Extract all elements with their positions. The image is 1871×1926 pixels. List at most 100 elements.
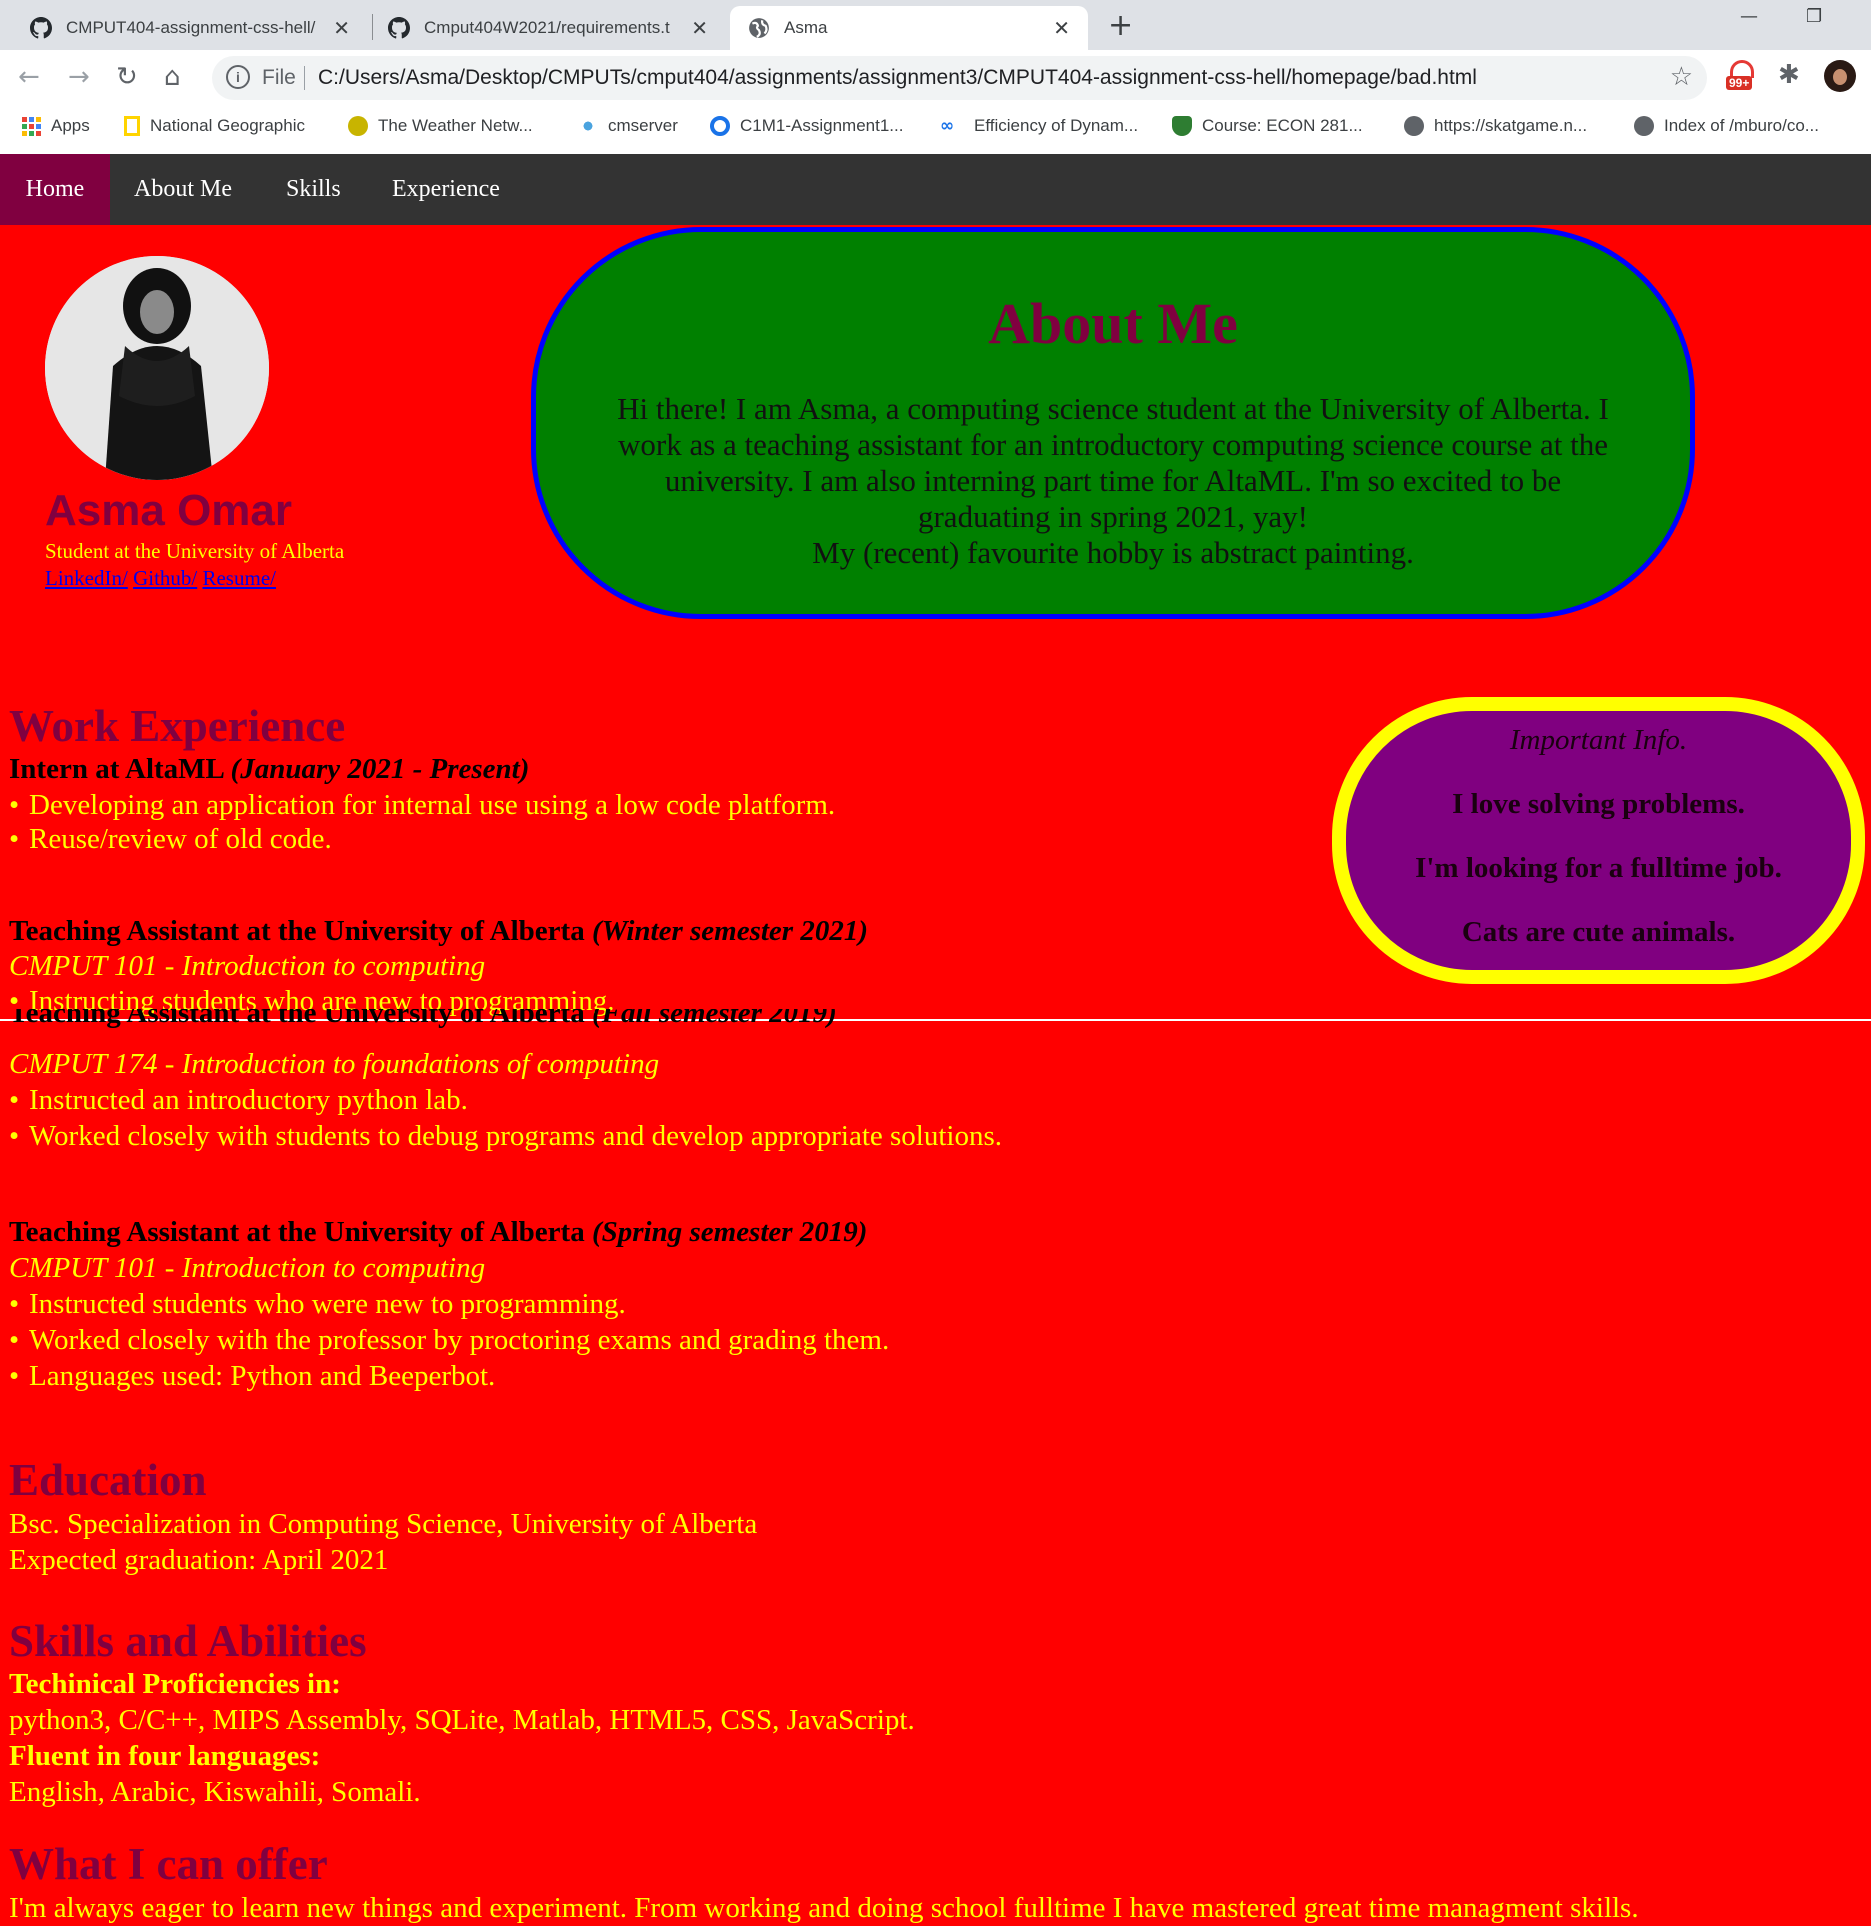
back-icon[interactable]: ← bbox=[18, 62, 40, 92]
job-period: (Winter semester 2021) bbox=[591, 915, 868, 947]
close-icon[interactable]: ✕ bbox=[333, 16, 350, 41]
tab-divider bbox=[372, 14, 373, 40]
job-period: (January 2021 - Present) bbox=[230, 753, 530, 785]
globe-icon bbox=[749, 18, 769, 38]
home-icon[interactable]: ⌂ bbox=[164, 62, 181, 92]
nav-experience[interactable]: Experience bbox=[392, 154, 500, 225]
important-info-box: Important Info. I love solving problems.… bbox=[1332, 697, 1865, 984]
profile-name: Asma Omar bbox=[45, 486, 293, 535]
address-bar[interactable]: i File C:/Users/Asma/Desktop/CMPUTs/cmpu… bbox=[212, 56, 1707, 100]
profile-avatar[interactable] bbox=[1824, 60, 1856, 92]
close-icon[interactable]: ✕ bbox=[691, 16, 708, 41]
github-icon bbox=[388, 17, 410, 39]
about-me-box: About Me Hi there! I am Asma, a computin… bbox=[531, 227, 1695, 619]
github-link[interactable]: Github/ bbox=[133, 566, 197, 590]
job-role: Teaching Assistant at the University of … bbox=[9, 915, 585, 947]
job-period: (Fall semester 2019) bbox=[591, 1009, 837, 1029]
github-icon bbox=[30, 17, 52, 39]
info-icon[interactable]: i bbox=[226, 65, 250, 89]
bullet-text: Instructed students who were new to prog… bbox=[29, 1288, 626, 1320]
skills-heading: Skills and Abilities bbox=[9, 1616, 367, 1666]
job-title-clipped: Teaching Assistant at the University of … bbox=[9, 1009, 837, 1045]
offer-heading: What I can offer bbox=[9, 1839, 328, 1889]
bookmark-econ[interactable]: Course: ECON 281... bbox=[1172, 116, 1363, 136]
tab-title: CMPUT404-assignment-css-hell/ bbox=[66, 18, 316, 37]
cmserver-icon bbox=[578, 116, 598, 136]
globe-icon bbox=[1404, 116, 1424, 136]
profile-subtitle: Student at the University of Alberta bbox=[45, 539, 345, 563]
browser-toolbar: ← → ↻ ⌂ i File C:/Users/Asma/Desktop/CMP… bbox=[0, 50, 1871, 106]
bookmark-mburo[interactable]: Index of /mburo/co... bbox=[1634, 116, 1819, 136]
extension-badge: 99+ bbox=[1726, 76, 1753, 90]
bookmark-label: National Geographic bbox=[150, 116, 305, 135]
resume-link[interactable]: Resume/ bbox=[202, 566, 276, 590]
info-heading: Important Info. bbox=[1509, 724, 1688, 756]
link-icon: ∞ bbox=[940, 116, 955, 136]
nav-skills[interactable]: Skills bbox=[286, 154, 341, 225]
natgeo-icon bbox=[124, 116, 140, 136]
bookmark-label: The Weather Netw... bbox=[378, 116, 533, 135]
tech-list: python3, C/C++, MIPS Assembly, SQLite, M… bbox=[9, 1704, 915, 1736]
new-tab-button[interactable]: + bbox=[1108, 8, 1133, 43]
profile-photo bbox=[45, 256, 269, 480]
restore-icon[interactable]: ❐ bbox=[1806, 6, 1822, 27]
job-title: Teaching Assistant at the University of … bbox=[9, 1009, 837, 1030]
job-role: Intern at AltaML bbox=[9, 753, 224, 785]
list-item: • Languages used: Python and Beeperbot. bbox=[9, 1360, 496, 1392]
list-item: • Instructed students who were new to pro… bbox=[9, 1288, 626, 1320]
bookmark-cmserver[interactable]: cmserver bbox=[578, 116, 678, 136]
person-photo-icon bbox=[45, 256, 269, 480]
minimize-icon[interactable]: — bbox=[1740, 6, 1758, 27]
bookmark-skatgame[interactable]: https://skatgame.n... bbox=[1404, 116, 1587, 136]
job-title: Intern at AltaML (January 2021 - Present… bbox=[9, 753, 529, 786]
bookmark-label: Index of /mburo/co... bbox=[1664, 116, 1819, 135]
job-role: Teaching Assistant at the University of … bbox=[9, 1009, 585, 1029]
coursera-icon bbox=[710, 116, 730, 136]
list-item: • Developing an application for internal … bbox=[9, 789, 836, 821]
education-graduation: Expected graduation: April 2021 bbox=[9, 1544, 389, 1576]
list-item: • Worked closely with students to debug p… bbox=[9, 1120, 1003, 1152]
bookmark-efficiency[interactable]: ∞ Efficiency of Dynam... bbox=[940, 116, 1138, 136]
bullet-text: Worked closely with students to debug pr… bbox=[29, 1120, 1003, 1152]
tab-title: Asma bbox=[784, 18, 828, 37]
bullet-text: Developing an application for internal u… bbox=[29, 789, 836, 821]
list-item: • Reuse/review of old code. bbox=[9, 823, 332, 855]
weather-icon bbox=[348, 116, 368, 136]
linkedin-link[interactable]: LinkedIn/ bbox=[45, 566, 128, 590]
bookmark-label: C1M1-Assignment1... bbox=[740, 116, 904, 135]
course-name: CMPUT 174 - Introduction to foundations … bbox=[9, 1048, 660, 1080]
bullet-text: Worked closely with the professor by pro… bbox=[29, 1324, 890, 1356]
globe-icon bbox=[1634, 116, 1654, 136]
education-degree: Bsc. Specialization in Computing Science… bbox=[9, 1508, 758, 1540]
tab-requirements[interactable]: Cmput404W2021/requirements.t ✕ bbox=[376, 6, 726, 50]
bookmark-weather[interactable]: The Weather Netw... bbox=[348, 116, 533, 136]
bookmark-apps[interactable]: Apps bbox=[22, 116, 90, 136]
star-icon[interactable]: ☆ bbox=[1670, 62, 1693, 92]
puzzle-icon[interactable]: ✱ bbox=[1778, 60, 1800, 90]
job-title: Teaching Assistant at the University of … bbox=[9, 1216, 867, 1249]
extension-icon[interactable]: 99+ bbox=[1726, 60, 1758, 96]
nav-home[interactable]: Home bbox=[0, 154, 110, 225]
tab-asma[interactable]: Asma ✕ bbox=[730, 6, 1088, 50]
info-line: I'm looking for a fulltime job. bbox=[1415, 852, 1782, 884]
bookmarks-bar: Apps National Geographic The Weather Net… bbox=[0, 106, 1871, 154]
reload-icon[interactable]: ↻ bbox=[116, 62, 138, 92]
address-divider bbox=[304, 66, 305, 90]
bookmark-coursera[interactable]: C1M1-Assignment1... bbox=[710, 116, 903, 136]
close-icon[interactable]: ✕ bbox=[1053, 16, 1070, 41]
browser-tab-strip: CMPUT404-assignment-css-hell/ ✕ Cmput404… bbox=[0, 0, 1871, 50]
course-name: CMPUT 101 - Introduction to computing bbox=[9, 1252, 486, 1284]
tab-css-hell[interactable]: CMPUT404-assignment-css-hell/ ✕ bbox=[18, 6, 368, 50]
bullet-text: Languages used: Python and Beeperbot. bbox=[29, 1360, 496, 1392]
nav-about-me[interactable]: About Me bbox=[134, 154, 232, 225]
list-item: • Worked closely with the professor by pr… bbox=[9, 1324, 890, 1356]
forward-icon[interactable]: → bbox=[68, 62, 90, 92]
bookmark-label: cmserver bbox=[608, 116, 678, 135]
about-title: About Me bbox=[988, 291, 1238, 356]
bookmark-label: Course: ECON 281... bbox=[1202, 116, 1363, 135]
bookmark-natgeo[interactable]: National Geographic bbox=[124, 116, 305, 136]
about-paragraph: Hi there! I am Asma, a computing science… bbox=[617, 391, 1609, 534]
job-period: (Spring semester 2019) bbox=[591, 1216, 868, 1248]
eclass-icon bbox=[1172, 116, 1192, 136]
site-navbar: Home About Me Skills Experience bbox=[0, 154, 1871, 225]
